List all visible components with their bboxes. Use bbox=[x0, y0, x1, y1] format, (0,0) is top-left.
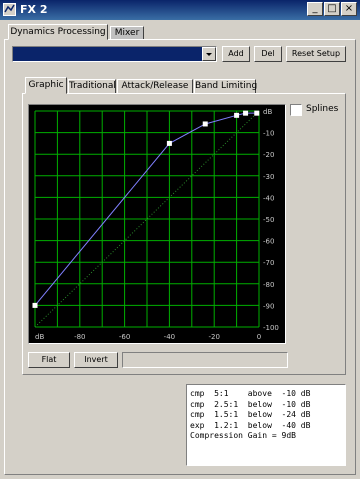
y-tick-label: -90 bbox=[263, 302, 274, 310]
y-tick-label: -100 bbox=[263, 324, 279, 332]
curve-control-point[interactable] bbox=[234, 112, 240, 118]
tab-mixer[interactable]: Mixer bbox=[110, 26, 144, 40]
y-tick-label: dB bbox=[263, 108, 272, 116]
curve-control-point[interactable] bbox=[166, 140, 172, 146]
window-title: FX 2 bbox=[20, 3, 48, 16]
curve-control-point[interactable] bbox=[202, 121, 208, 127]
summary-line: cmp 5:1 above -10 dB bbox=[190, 389, 311, 398]
y-tick-label: -60 bbox=[263, 238, 274, 246]
summary-line: cmp 1.5:1 below -24 dB bbox=[190, 410, 311, 419]
title-bar: FX 2 _ □ × bbox=[0, 0, 360, 20]
x-tick-label: -80 bbox=[74, 333, 85, 341]
flat-button[interactable]: Flat bbox=[28, 352, 70, 368]
preset-dropdown[interactable] bbox=[12, 46, 217, 62]
y-tick-label: -30 bbox=[263, 173, 274, 181]
y-tick-label: -80 bbox=[263, 281, 274, 289]
graph-frame: dB -10 -20 -30 -40 -50 -60 -70 -80 -90 -100 dB -80 -6… bbox=[28, 104, 286, 344]
chevron-down-icon bbox=[206, 53, 212, 56]
splines-checkbox[interactable] bbox=[290, 104, 302, 116]
tab-traditional[interactable]: Traditional bbox=[68, 79, 116, 94]
add-button[interactable]: Add bbox=[222, 46, 250, 62]
tab-dynamics-processing[interactable]: Dynamics Processing bbox=[8, 24, 108, 40]
y-tick-label: -50 bbox=[263, 216, 274, 224]
x-tick-label: dB bbox=[35, 333, 44, 341]
y-tick-label: -20 bbox=[263, 151, 274, 159]
curve-control-point[interactable] bbox=[243, 110, 249, 116]
y-tick-label: -70 bbox=[263, 259, 274, 267]
curve-control-point[interactable] bbox=[254, 110, 260, 116]
graph-background bbox=[29, 105, 285, 343]
y-tick-label: -40 bbox=[263, 194, 274, 202]
x-tick-label: 0 bbox=[257, 333, 261, 341]
tab-band-limiting[interactable]: Band Limiting bbox=[194, 79, 257, 94]
curve-control-point[interactable] bbox=[32, 302, 38, 308]
settings-summary: cmp 5:1 above -10 dB cmp 2.5:1 below -10 … bbox=[186, 384, 346, 466]
transfer-graph[interactable]: dB -10 -20 -30 -40 -50 -60 -70 -80 -90 -100 dB -80 -6… bbox=[29, 105, 285, 343]
tab-graphic[interactable]: Graphic bbox=[25, 77, 67, 94]
app-icon bbox=[3, 3, 16, 16]
minimize-button[interactable]: _ bbox=[307, 2, 323, 16]
tab-attack-release[interactable]: Attack/Release bbox=[117, 79, 193, 94]
reset-setup-button[interactable]: Reset Setup bbox=[286, 46, 346, 62]
x-tick-label: -20 bbox=[208, 333, 219, 341]
x-tick-label: -60 bbox=[119, 333, 130, 341]
y-tick-label: -10 bbox=[263, 130, 274, 138]
splines-label: Splines bbox=[306, 104, 339, 114]
summary-line: cmp 2.5:1 below -10 dB bbox=[190, 399, 311, 409]
delete-button[interactable]: Del bbox=[254, 46, 282, 62]
maximize-button[interactable]: □ bbox=[324, 2, 340, 16]
close-button[interactable]: × bbox=[341, 2, 357, 16]
status-field bbox=[122, 352, 288, 368]
x-tick-label: -40 bbox=[164, 333, 175, 341]
invert-button[interactable]: Invert bbox=[74, 352, 118, 368]
dropdown-button[interactable] bbox=[202, 47, 216, 61]
summary-line: Compression Gain = 9dB bbox=[190, 431, 296, 440]
summary-line: exp 1.2:1 below -40 dB bbox=[190, 420, 311, 430]
